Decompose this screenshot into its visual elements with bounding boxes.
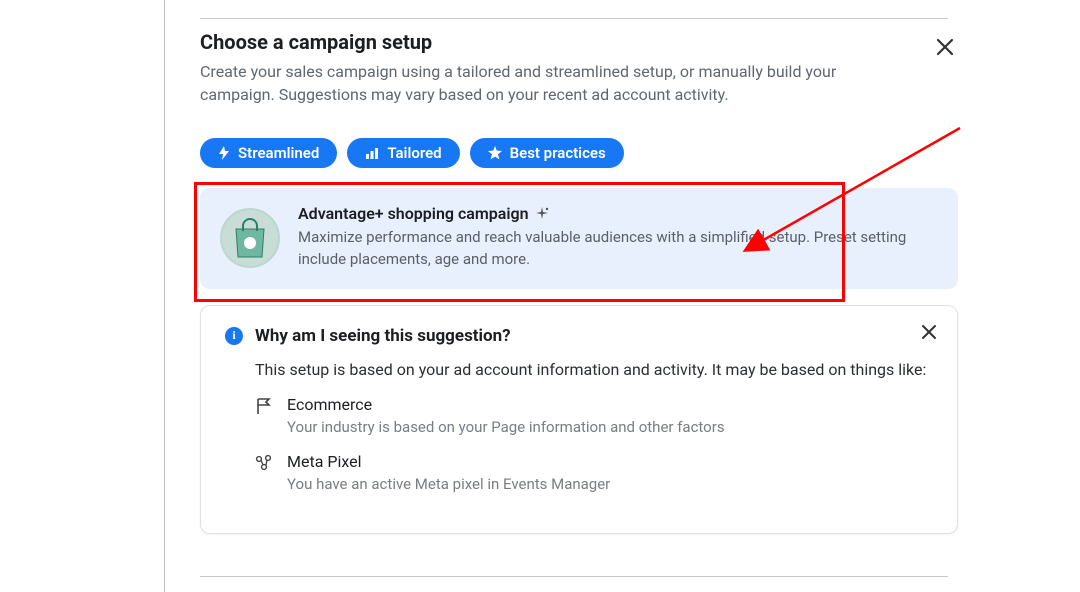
section-divider-top	[200, 18, 948, 19]
flag-icon	[255, 395, 275, 415]
reason-description: Your industry is based on your Page info…	[287, 418, 725, 436]
panel-title: Choose a campaign setup	[200, 30, 880, 54]
bar-chart-icon	[365, 147, 379, 159]
close-icon[interactable]	[932, 34, 958, 60]
panel-subtitle: Create your sales campaign using a tailo…	[200, 60, 880, 106]
chip-label: Streamlined	[238, 144, 319, 162]
option-title-row: Advantage+ shopping campaign	[298, 204, 549, 223]
pixel-icon	[255, 452, 275, 472]
close-icon[interactable]	[921, 324, 937, 340]
shopping-bag-icon	[220, 208, 280, 268]
suggestion-info-card: i Why am I seeing this suggestion? This …	[200, 305, 958, 534]
reason-ecommerce: Ecommerce Your industry is based on your…	[255, 395, 933, 436]
reason-title: Meta Pixel	[287, 452, 610, 471]
panel-header: Choose a campaign setup Create your sale…	[200, 30, 958, 106]
reason-title: Ecommerce	[287, 395, 725, 414]
option-description: Maximize performance and reach valuable …	[298, 227, 938, 271]
option-advantage-plus[interactable]: Advantage+ shopping campaign Maximize pe…	[200, 188, 958, 289]
bolt-icon	[218, 146, 230, 160]
chip-streamlined[interactable]: Streamlined	[200, 138, 337, 168]
reason-list: Ecommerce Your industry is based on your…	[255, 395, 933, 493]
chip-tailored[interactable]: Tailored	[347, 138, 459, 168]
info-header: i Why am I seeing this suggestion?	[225, 326, 933, 346]
option-title: Advantage+ shopping campaign	[298, 204, 529, 223]
sparkle-icon	[535, 207, 549, 221]
campaign-setup-panel: Choose a campaign setup Create your sale…	[200, 30, 958, 534]
info-description: This setup is based on your ad account i…	[255, 358, 933, 381]
chip-best-practices[interactable]: Best practices	[470, 138, 624, 168]
chip-label: Tailored	[387, 144, 441, 162]
star-icon	[488, 146, 502, 160]
chip-row: Streamlined Tailored Best practices	[200, 138, 958, 168]
reason-description: You have an active Meta pixel in Events …	[287, 475, 610, 493]
info-icon: i	[225, 327, 243, 345]
page-divider-vertical	[164, 0, 165, 592]
info-title: Why am I seeing this suggestion?	[255, 326, 511, 346]
reason-meta-pixel: Meta Pixel You have an active Meta pixel…	[255, 452, 933, 493]
section-divider-bottom	[200, 576, 948, 577]
chip-label: Best practices	[510, 144, 606, 162]
